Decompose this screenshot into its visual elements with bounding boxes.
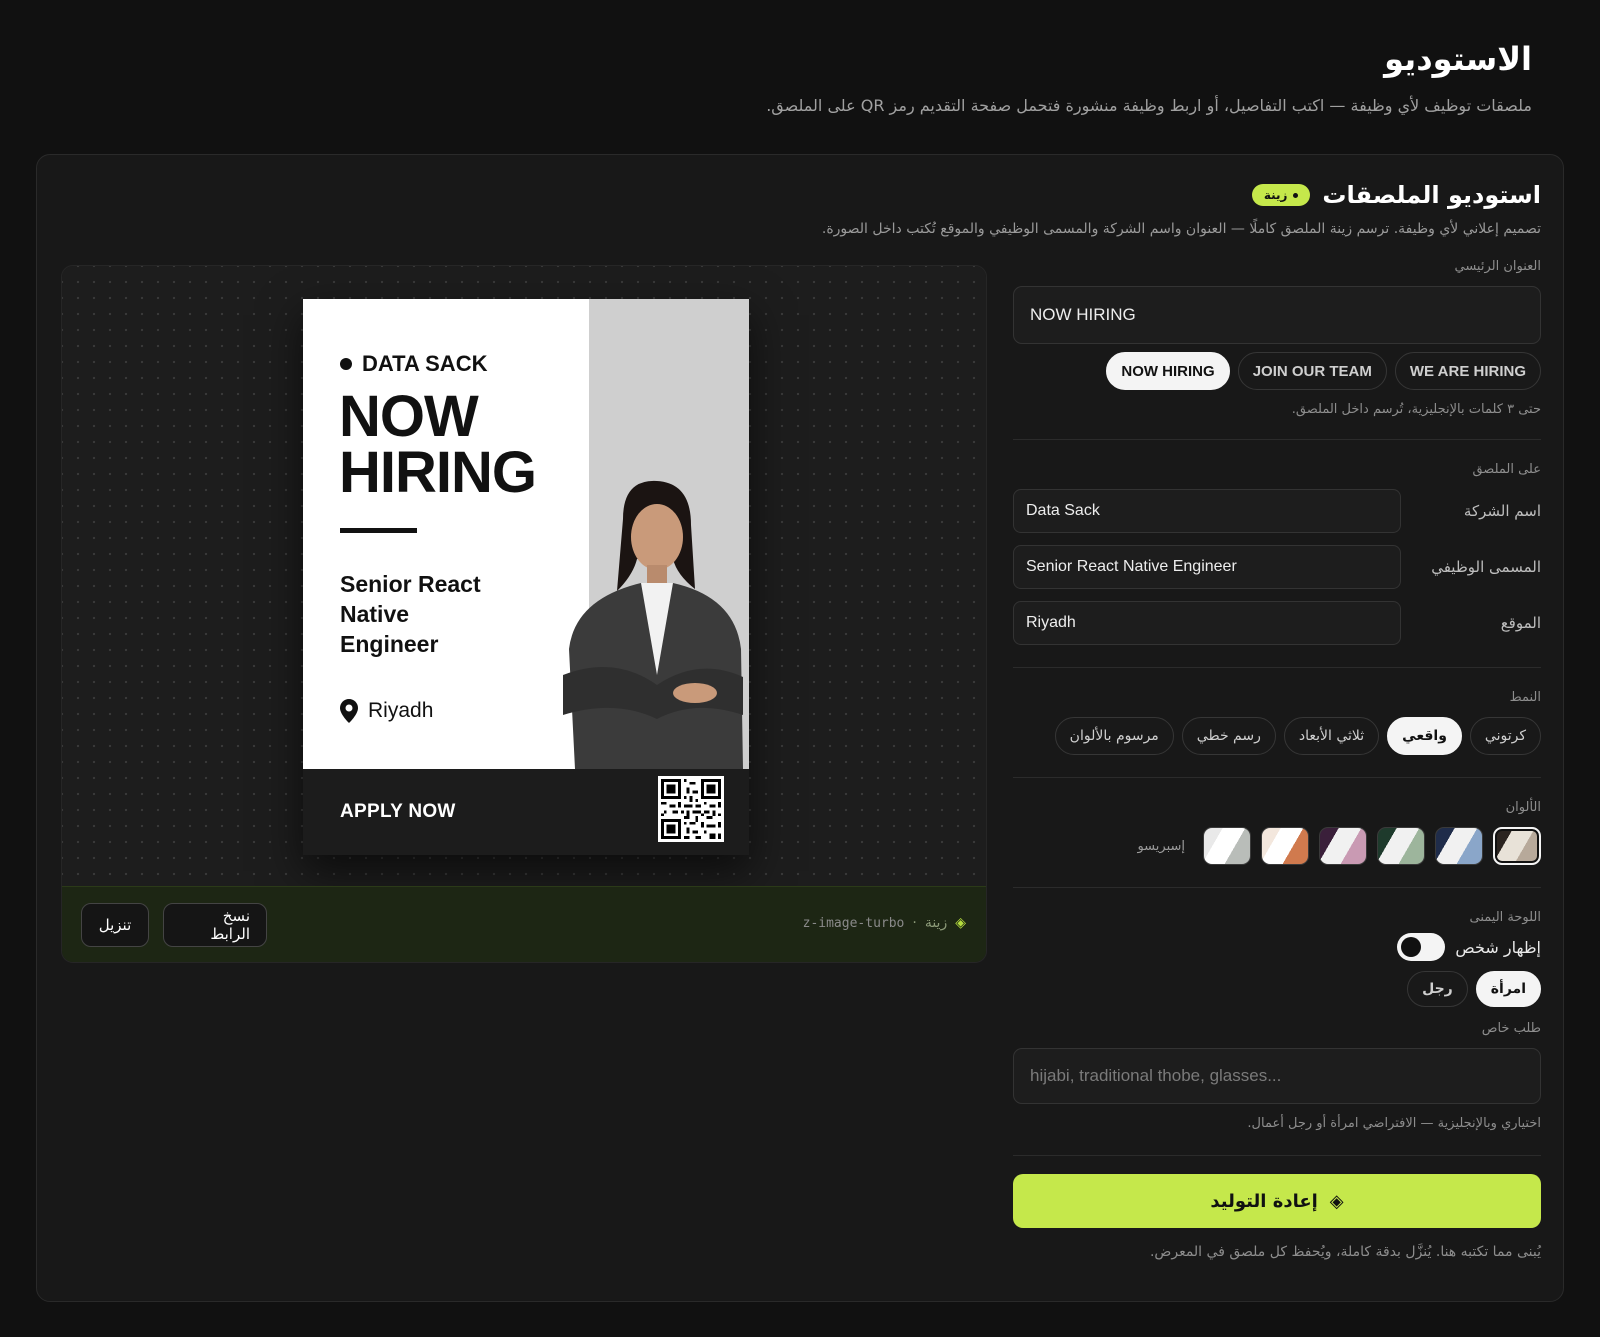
swatch-espresso[interactable] [1493,827,1541,865]
preview-toolbar: تنزيل نسخ الرابط ◈ زينة · z-image-turbo [62,886,986,962]
headline-presets: WE ARE HIRING JOIN OUR TEAM NOW HIRING [1013,352,1541,390]
divider [1013,1155,1541,1156]
diamond-icon: ◈ [955,915,966,931]
person-photo [563,480,743,769]
headline-input[interactable]: NOW HIRING [1013,286,1541,344]
poster-cta: APPLY NOW [340,801,456,822]
gender-woman[interactable]: امرأة [1475,971,1541,1007]
style-3d[interactable]: ثلاثي الأبعاد [1283,717,1380,755]
studio-card: استوديو الملصقات زينة تصميم إعلاني لأي و… [36,154,1564,1302]
studio-description: تصميم إعلاني لأي وظيفة. ترسم زينة الملصق… [821,221,1541,237]
poster-company-text: DATA SACK [362,351,488,376]
headline-hint: حتى ٣ كلمات بالإنجليزية، تُرسم داخل المل… [1291,402,1541,417]
on-poster-label: على الملصق [1472,462,1541,477]
page-title: الاستوديو [1384,40,1532,78]
show-person-toggle[interactable] [1397,933,1446,961]
regenerate-button[interactable]: ◈ إعادة التوليد [1013,1174,1541,1228]
right-panel-label: اللوحة اليمنى [1469,910,1541,925]
preview-canvas: DATA SACK NOW HIRING Senior React Native… [62,266,986,888]
diamond-icon: ◈ [1329,1190,1344,1212]
engine-badge: زينة [1251,184,1311,206]
page-header: الاستوديو ملصقات توظيف لأي وظيفة — اكتب … [632,40,1532,115]
location-input[interactable]: Riyadh [1013,601,1401,645]
divider [1013,439,1541,440]
poster-footer: APPLY NOW [303,769,749,855]
location-label: الموقع [1500,614,1541,632]
poster-preview: DATA SACK NOW HIRING Senior React Native… [61,265,987,963]
download-button[interactable]: تنزيل [81,903,149,947]
headline-label: العنوان الرئيسي [1454,259,1541,274]
special-hint: اختياري وبالإنجليزية — الافتراضي امرأة أ… [1247,1116,1541,1131]
style-painted[interactable]: مرسوم بالألوان [1054,717,1174,755]
swatch-mono[interactable] [1203,827,1251,865]
swatch-forest[interactable] [1377,827,1425,865]
footnote: يُبنى مما تكتبه هنا. يُنزَّل بدقة كاملة،… [1149,1244,1541,1260]
company-input[interactable]: Data Sack [1013,489,1401,533]
preset-we-are-hiring[interactable]: WE ARE HIRING [1394,352,1541,390]
gender-man[interactable]: رجل [1407,971,1468,1007]
style-options: كرتوني واقعي ثلاثي الأبعاد رسم خطي مرسوم… [1013,717,1541,755]
poster-job-title: Senior React Native Engineer [340,571,481,657]
style-realistic[interactable]: واقعي [1387,717,1462,755]
poster-location-text: Riyadh [368,699,434,722]
divider [1013,777,1541,778]
job-input[interactable]: Senior React Native Engineer [1013,545,1401,589]
bullet-icon [340,358,352,370]
style-cartoon[interactable]: كرتوني [1469,717,1541,755]
toggle-knob [1401,937,1422,957]
poster-headline: NOW HIRING [339,384,537,505]
model-name: z-image-turbo [802,915,905,931]
studio-title: استوديو الملصقات [1322,181,1541,209]
page-subtitle: ملصقات توظيف لأي وظيفة — اكتب التفاصيل، … [766,96,1532,115]
regenerate-label: إعادة التوليد [1210,1190,1318,1212]
poster-location: Riyadh [340,699,433,723]
palette-name: إسبريسو [1137,838,1185,854]
copy-link-button[interactable]: نسخ الرابط [163,903,267,947]
show-person-row: إظهار شخص [1013,933,1541,961]
engine-name: زينة [924,915,948,931]
studio-header: استوديو الملصقات زينة تصميم إعلاني لأي و… [741,181,1541,237]
swatch-navy[interactable] [1435,827,1483,865]
special-label: طلب خاص [1481,1021,1541,1036]
show-person-label: إظهار شخص [1455,937,1541,957]
colors-label: الألوان [1505,800,1541,815]
swatch-plum[interactable] [1319,827,1367,865]
separator: · [912,915,917,931]
style-line-art[interactable]: رسم خطي [1181,717,1276,755]
gender-options: امرأة رجل [1013,971,1541,1007]
badge-dot-icon [1293,192,1299,198]
divider [1013,887,1541,888]
model-tag: ◈ زينة · z-image-turbo [803,915,966,931]
style-label: النمط [1509,690,1541,705]
company-row: اسم الشركة Data Sack [1013,489,1541,533]
poster-rule [340,528,417,533]
location-row: الموقع Riyadh [1013,601,1541,645]
special-request-input[interactable]: hijabi, traditional thobe, glasses... [1013,1048,1541,1104]
preset-join-our-team[interactable]: JOIN OUR TEAM [1237,352,1387,390]
badge-label: زينة [1263,188,1288,202]
job-label: المسمى الوظيفي [1431,558,1541,576]
swatch-terracotta[interactable] [1261,827,1309,865]
poster-company: DATA SACK [340,351,487,377]
color-swatches: إسبريسو [1013,827,1541,865]
preset-now-hiring[interactable]: NOW HIRING [1106,352,1230,390]
poster: DATA SACK NOW HIRING Senior React Native… [303,299,749,855]
location-pin-icon [340,699,358,723]
poster-form: العنوان الرئيسي NOW HIRING WE ARE HIRING… [1013,259,1541,1260]
job-row: المسمى الوظيفي Senior React Native Engin… [1013,545,1541,589]
divider [1013,667,1541,668]
company-label: اسم الشركة [1463,502,1541,520]
qr-code-icon [658,776,724,842]
